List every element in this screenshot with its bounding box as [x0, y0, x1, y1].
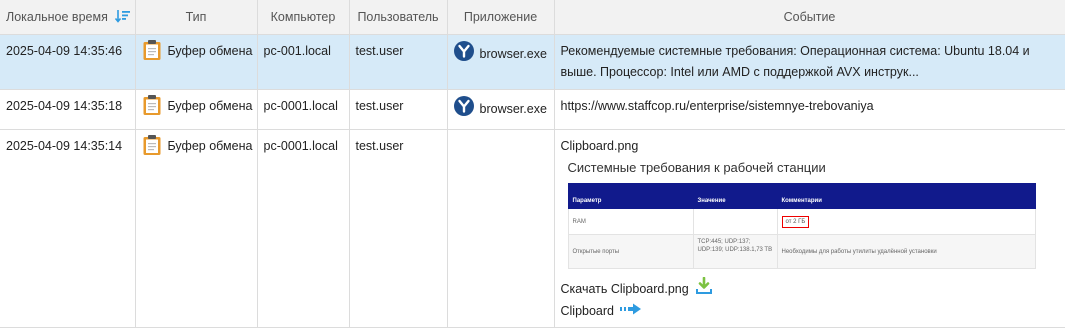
preview-cell: TCP:445; UDP:137; UDP:139; UDP:138.1,73 …	[692, 234, 778, 269]
preview-cell: Открытые порты	[567, 234, 694, 269]
clipboard-link[interactable]: Clipboard	[561, 301, 1059, 321]
column-header-time-label: Локальное время	[6, 9, 108, 24]
preview-cell: от 2 ГБ	[776, 208, 1036, 235]
cell-app: browser.exe	[447, 89, 555, 130]
cell-computer: pc-0001.local	[257, 129, 350, 328]
column-header-type[interactable]: Тип	[135, 0, 258, 35]
table-header-row: Локальное время Тип Компьютер Пользовате…	[0, 0, 1065, 35]
preview-cell: Необходимы для работы утилиты удалённой …	[776, 234, 1036, 269]
table-row[interactable]: 2025-04-09 14:35:14 Буфер обмена pc-0001…	[0, 129, 1065, 328]
cell-app-label: browser.exe	[479, 102, 547, 116]
column-header-computer[interactable]: Компьютер	[257, 0, 350, 35]
preview-row: Открытые порты TCP:445; UDP:137; UDP:139…	[567, 234, 1036, 269]
table-row[interactable]: 2025-04-09 14:35:46 Буфер обмена pc-001.…	[0, 34, 1065, 90]
clipboard-label: Clipboard	[560, 304, 615, 318]
table-row[interactable]: 2025-04-09 14:35:18 Буфер обмена pc-0001…	[0, 89, 1065, 130]
preview-title: Системные требования к рабочей станции	[567, 160, 826, 175]
preview-header-cell: Параметр	[567, 183, 694, 209]
clipboard-icon	[142, 39, 162, 68]
cell-user: test.user	[349, 89, 448, 130]
column-header-app[interactable]: Приложение	[447, 0, 555, 35]
sort-descending-icon[interactable]	[115, 9, 131, 26]
download-icon[interactable]	[695, 276, 713, 301]
cell-event: Рекомендуемые системные требования: Опер…	[554, 34, 1065, 90]
cell-user: test.user	[349, 34, 448, 90]
cell-app	[447, 129, 555, 328]
preview-cell: RAM	[567, 208, 694, 235]
cell-user: test.user	[349, 129, 448, 328]
cell-time: 2025-04-09 14:35:18	[0, 89, 136, 130]
preview-header-cell: Комментарии	[776, 183, 1036, 209]
clipboard-icon	[142, 134, 162, 163]
preview-header-row: Параметр Значение Комментарии	[567, 183, 1036, 209]
preview-header-cell: Значение	[692, 183, 778, 209]
clipboard-icon	[142, 94, 162, 123]
clipboard-image-preview[interactable]: Системные требования к рабочей станции П…	[567, 159, 1038, 275]
column-header-event[interactable]: Событие	[554, 0, 1065, 35]
cell-type: Буфер обмена	[135, 89, 258, 130]
events-table: Локальное время Тип Компьютер Пользовате…	[0, 0, 1065, 328]
cell-app-label: browser.exe	[479, 47, 547, 61]
cell-type: Буфер обмена	[135, 129, 258, 328]
cell-time: 2025-04-09 14:35:14	[0, 129, 136, 328]
cell-event: https://www.staffcop.ru/enterprise/siste…	[554, 89, 1065, 130]
browser-icon	[453, 41, 474, 68]
column-header-user[interactable]: Пользователь	[349, 0, 448, 35]
cell-time: 2025-04-09 14:35:46	[0, 34, 136, 90]
cell-type-label: Буфер обмена	[167, 44, 253, 58]
preview-cell	[692, 208, 778, 235]
highlight-box: от 2 ГБ	[781, 215, 810, 228]
cell-event: Clipboard.png Системные требования к раб…	[554, 129, 1065, 328]
cell-computer: pc-0001.local	[257, 89, 350, 130]
preview-row: RAM от 2 ГБ	[567, 208, 1036, 235]
column-header-time[interactable]: Локальное время	[0, 0, 136, 35]
download-link[interactable]: Скачать Clipboard.png	[560, 276, 1059, 301]
preview-table: Параметр Значение Комментарии RAM от 2 Г…	[567, 183, 1036, 269]
cell-type-label: Буфер обмена	[167, 99, 253, 113]
cell-type-label: Буфер обмена	[167, 139, 253, 153]
download-label: Скачать Clipboard.png	[560, 282, 689, 296]
event-filename: Clipboard.png	[560, 139, 639, 153]
cell-app: browser.exe	[447, 34, 555, 90]
arrow-right-icon[interactable]	[620, 301, 642, 321]
cell-type: Буфер обмена	[135, 34, 258, 90]
cell-computer: pc-001.local	[257, 34, 350, 90]
browser-icon	[453, 96, 474, 123]
